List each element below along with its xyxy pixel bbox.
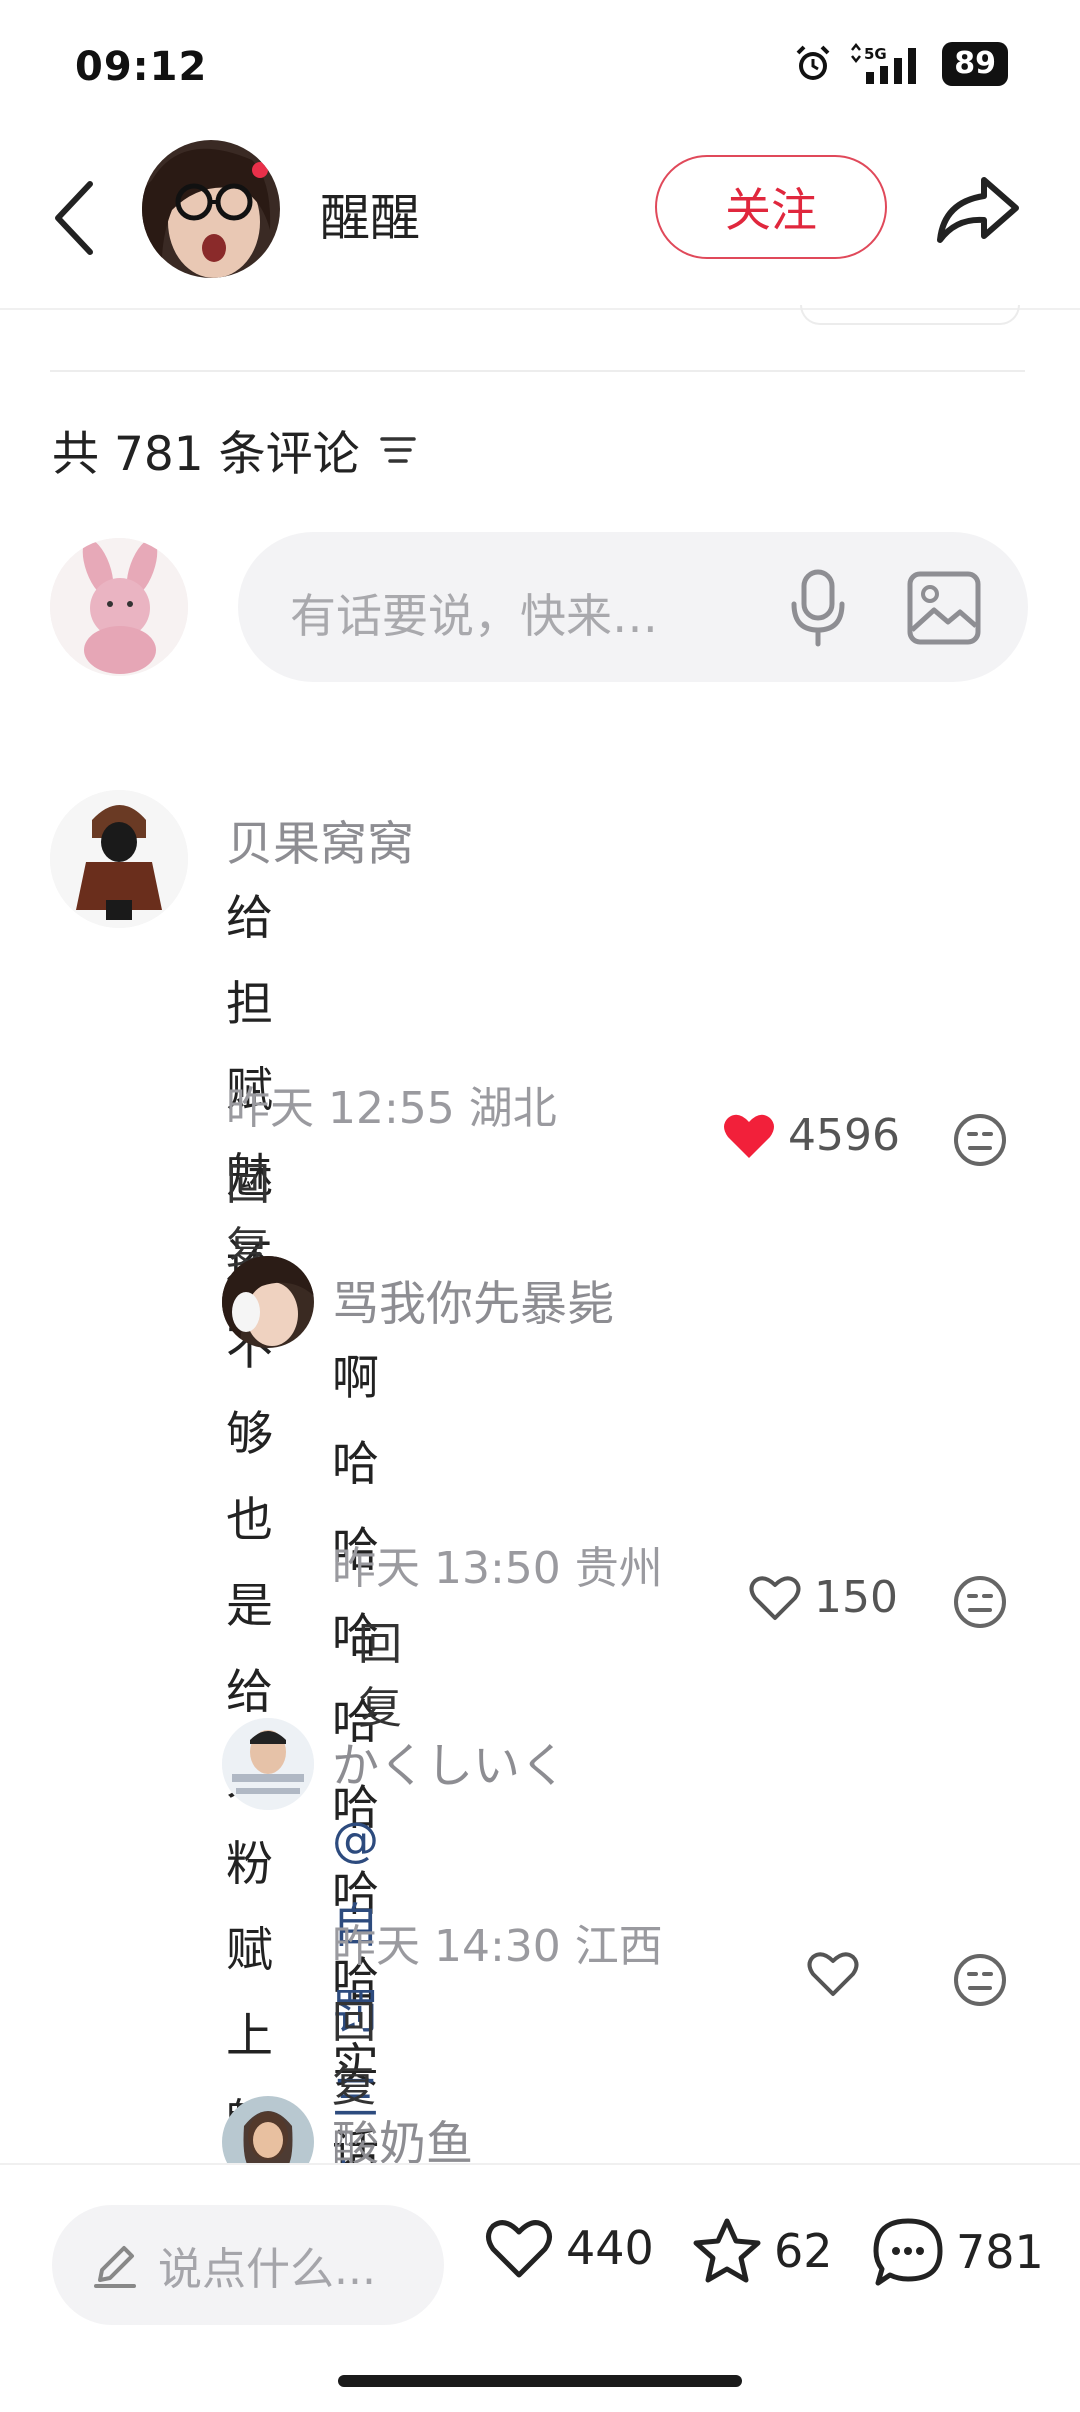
svg-text:5G: 5G (864, 45, 887, 63)
back-button[interactable] (44, 173, 104, 263)
like-button[interactable]: 150 (748, 1572, 898, 1623)
emoji-reaction-icon[interactable] (952, 1112, 1008, 1168)
current-user-avatar (50, 538, 188, 676)
status-bar: 09:12 5G 89 (0, 0, 1080, 135)
like-count: 4596 (788, 1110, 900, 1161)
like-button[interactable] (806, 1950, 872, 1998)
heart-outline-icon (807, 1952, 859, 1996)
heart-filled-icon (724, 1114, 774, 1158)
pencil-icon (94, 2246, 136, 2288)
like-button[interactable]: 4596 (722, 1110, 900, 1161)
star-outline-icon (693, 2218, 761, 2283)
follow-button[interactable]: 关注 (655, 155, 887, 259)
home-indicator[interactable] (338, 2375, 742, 2387)
battery-indicator: 89 (942, 42, 1008, 86)
user-avatar[interactable] (222, 1256, 314, 1348)
say-something-placeholder: 说点什么... (158, 2244, 376, 2295)
comments-button[interactable]: 781 (872, 2217, 1044, 2287)
post-like-count: 440 (566, 2221, 654, 2275)
like-count: 150 (814, 1572, 898, 1623)
post-comment-count: 781 (956, 2225, 1044, 2279)
post-star-count: 62 (774, 2224, 833, 2278)
comment-count-label: 共 781 条评论 (52, 427, 360, 482)
comment-meta: 昨天 12:55 湖北 (226, 1083, 557, 1134)
heart-outline-icon (749, 1575, 801, 1620)
content-remnant (800, 305, 1020, 325)
favorite-button[interactable]: 62 (692, 2217, 833, 2285)
bottom-action-bar: 说点什么... 440 62 781 (0, 2163, 1080, 2412)
signal-5g-icon: 5G (851, 42, 917, 84)
emoji-reaction-icon[interactable] (952, 1574, 1008, 1630)
post-header: 醒醒 关注 (0, 135, 1080, 310)
chat-bubble-icon (873, 2218, 943, 2286)
author-name[interactable]: 醒醒 (320, 178, 420, 250)
like-post-button[interactable]: 440 (484, 2217, 654, 2279)
share-icon (937, 177, 1019, 243)
comment-input-placeholder: 有话要说，快来… (290, 589, 658, 643)
status-icons: 5G 89 (792, 42, 1008, 86)
comment-text-line: 给担赋魅还不够也是给大粉赋上 (226, 891, 273, 2064)
comment-input[interactable]: 有话要说，快来… (238, 532, 1028, 682)
microphone-icon[interactable] (788, 568, 848, 648)
status-time: 09:12 (75, 44, 208, 90)
comment-meta: 昨天 14:30 江西 (332, 1921, 663, 1972)
alarm-icon (796, 45, 830, 80)
heart-outline-icon (486, 2220, 552, 2278)
user-avatar[interactable] (222, 1718, 314, 1810)
comment-username[interactable]: かくしいく (332, 1727, 567, 1796)
share-button[interactable] (928, 165, 1028, 255)
say-something-input[interactable]: 说点什么... (52, 2205, 444, 2325)
comment-count: 共 781 条评论 (52, 415, 418, 484)
reply-button[interactable]: 回复 (358, 1608, 402, 1736)
author-avatar[interactable] (142, 140, 280, 278)
comment-username[interactable]: 骂我你先暴毙 (332, 1265, 614, 1334)
emoji-reaction-icon[interactable] (952, 1952, 1008, 2008)
sort-filter-icon[interactable] (378, 433, 418, 467)
image-icon[interactable] (906, 570, 982, 646)
comment-username[interactable]: 贝果窝窝 (226, 805, 414, 874)
comment-meta: 昨天 13:50 贵州 (332, 1543, 663, 1594)
divider (50, 370, 1025, 372)
chevron-left-icon (55, 181, 93, 255)
user-avatar[interactable] (50, 790, 188, 928)
reply-button[interactable]: 回复 (332, 1986, 376, 2114)
